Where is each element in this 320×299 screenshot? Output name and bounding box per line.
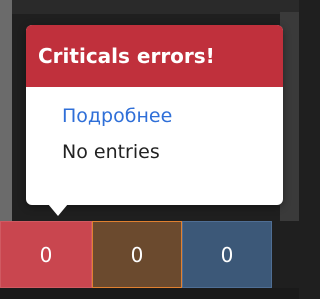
popover-arrow (48, 204, 68, 216)
background-top-strip (12, 0, 299, 14)
details-link[interactable]: Подробнее (62, 103, 271, 129)
warnings-counter[interactable]: 0 (92, 221, 182, 288)
bottom-strip (0, 288, 299, 299)
status-counters: 0 0 0 (0, 221, 272, 288)
popover-title: Criticals errors! (26, 25, 283, 87)
critical-errors-popover: Criticals errors! Подробнее No entries (26, 25, 283, 205)
critical-errors-counter[interactable]: 0 (0, 221, 92, 288)
popover-body: Подробнее No entries (26, 87, 283, 165)
info-counter[interactable]: 0 (182, 221, 272, 288)
empty-state-text: No entries (62, 141, 160, 163)
background-panel-left (0, 0, 12, 221)
